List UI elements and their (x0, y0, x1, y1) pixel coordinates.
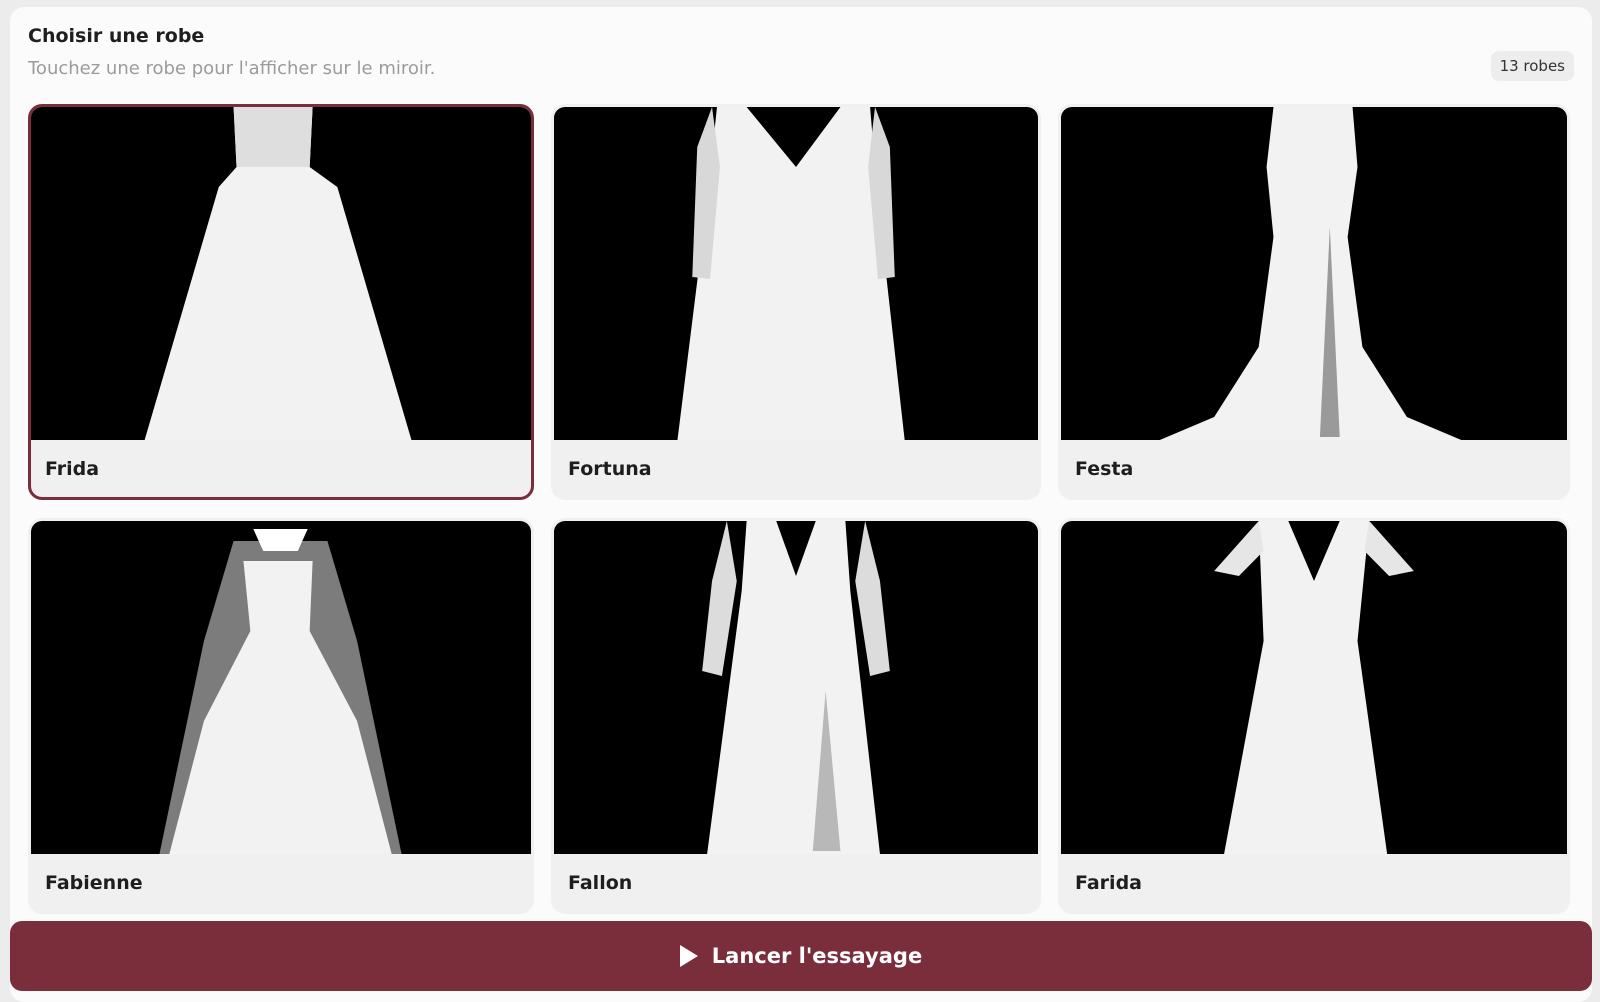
dress-card-farida[interactable]: Farida (1058, 518, 1570, 914)
page-subtitle: Touchez une robe pour l'afficher sur le … (28, 58, 436, 79)
dress-name: Festa (1075, 457, 1134, 480)
dress-thumbnail (554, 107, 1038, 440)
dress-card-festa[interactable]: Festa (1058, 104, 1570, 500)
dress-picker-panel: Choisir une robe Touchez une robe pour l… (10, 7, 1592, 1002)
dress-grid: Frida Fortuna Festa Fabienne Fallon Fari… (28, 104, 1570, 914)
launch-tryon-label: Lancer l'essayage (711, 944, 923, 968)
dress-thumbnail (554, 521, 1038, 854)
dress-thumbnail (1061, 107, 1567, 440)
dress-name: Frida (45, 457, 100, 480)
page-title: Choisir une robe (28, 25, 205, 47)
picker-header: Choisir une robe Touchez une robe pour l… (28, 25, 1574, 95)
dress-card-fabienne[interactable]: Fabienne (28, 518, 534, 914)
dress-card-fortuna[interactable]: Fortuna (551, 104, 1041, 500)
dress-count-badge: 13 robes (1490, 51, 1574, 81)
dress-card-fallon[interactable]: Fallon (551, 518, 1041, 914)
dress-thumbnail (31, 107, 531, 440)
dress-thumbnail (31, 521, 531, 854)
dress-name: Farida (1075, 871, 1142, 894)
dress-card-frida[interactable]: Frida (28, 104, 534, 500)
launch-tryon-button[interactable]: Lancer l'essayage (10, 921, 1592, 991)
dress-name: Fallon (568, 871, 633, 894)
play-icon (679, 945, 698, 967)
dress-name: Fabienne (45, 871, 143, 894)
dress-thumbnail (1061, 521, 1567, 854)
dress-name: Fortuna (568, 457, 652, 480)
